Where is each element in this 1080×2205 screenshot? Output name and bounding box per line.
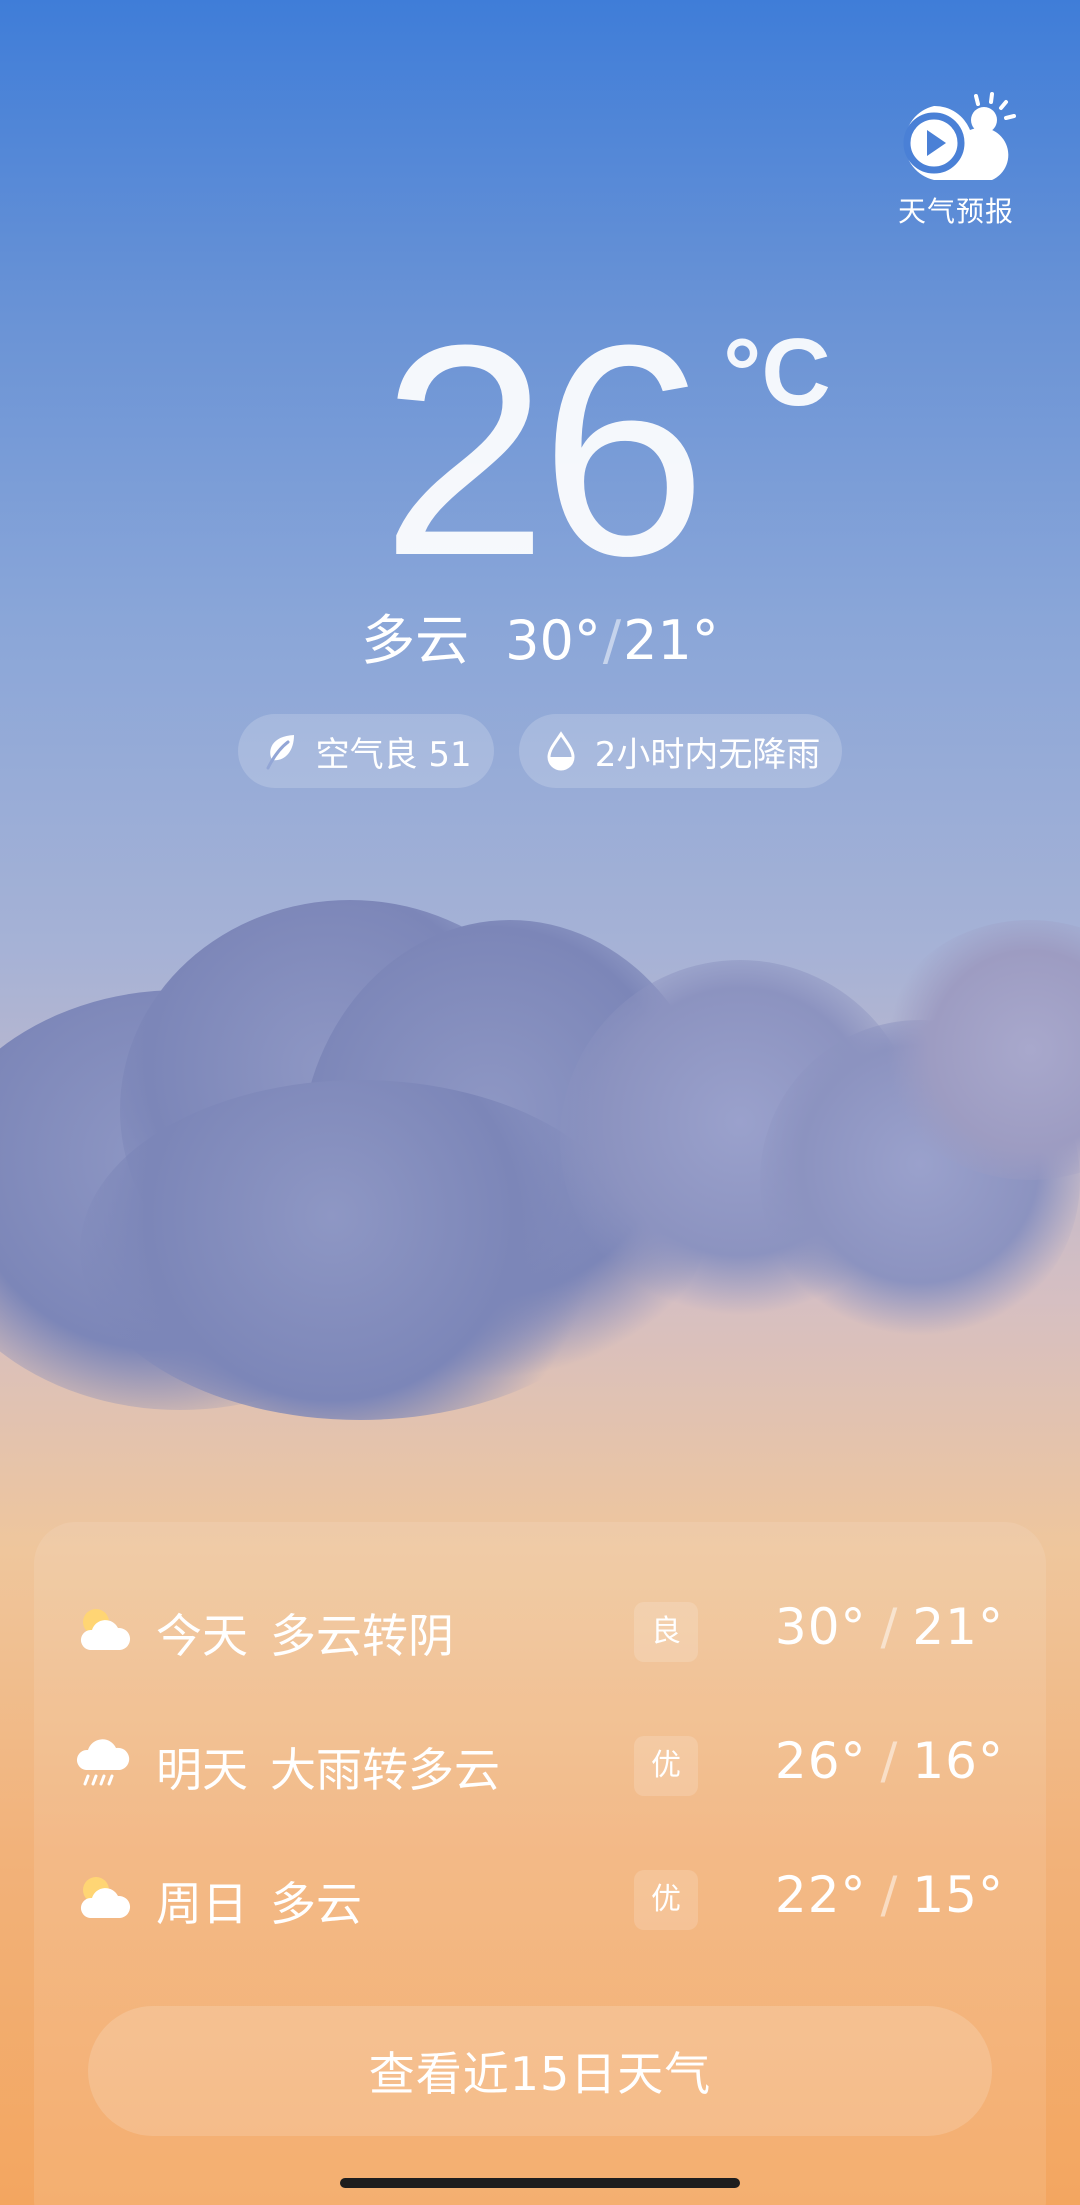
today-high: 30° <box>505 609 601 672</box>
partly-cloudy-icon <box>80 1609 131 1650</box>
air-quality-chip[interactable]: 空气良 51 <box>237 714 494 788</box>
weather-forecast-logo[interactable]: 天气预报 <box>890 90 1022 230</box>
forecast-temp-range: 22°/15° <box>775 1866 1004 1924</box>
forecast-row-tomorrow[interactable]: 明天 大雨转多云 优 26°/16° <box>34 1726 1046 1806</box>
view-15-day-forecast-button[interactable]: 查看近15日天气 <box>88 2006 992 2136</box>
weather-screen: 天气预报 26 °C 多云 30°/21° 空气良 51 2小时内无降雨 今天 … <box>0 0 1080 2205</box>
forecast-day: 周日 <box>156 1877 248 1931</box>
temp-separator: / <box>880 1732 899 1790</box>
rain-forecast-chip[interactable]: 2小时内无降雨 <box>518 714 843 788</box>
water-drop-icon <box>547 731 575 771</box>
forecast-low: 16° <box>912 1732 1004 1790</box>
forecast-condition: 多云转阴 <box>270 1609 454 1663</box>
forecast-row-sunday[interactable]: 周日 多云 优 22°/15° <box>34 1860 1046 1940</box>
info-chips: 空气良 51 2小时内无降雨 <box>0 714 1080 788</box>
current-condition-line: 多云 30°/21° <box>0 596 1080 675</box>
leaf-icon <box>266 735 294 770</box>
aqi-badge: 良 <box>634 1602 698 1662</box>
forecast-condition: 大雨转多云 <box>270 1743 500 1797</box>
aqi-badge: 优 <box>634 1736 698 1796</box>
forecast-high: 26° <box>774 1732 867 1790</box>
temp-separator: / <box>880 1598 899 1656</box>
weather-forecast-video-icon <box>903 92 1016 180</box>
forecast-temp-range: 30°/21° <box>775 1598 1004 1656</box>
temp-separator: / <box>602 609 622 672</box>
temp-separator: / <box>880 1866 899 1924</box>
forecast-low: 15° <box>912 1866 1004 1924</box>
rain-forecast-label: 2小时内无降雨 <box>594 734 821 775</box>
air-quality-label: 空气良 51 <box>315 734 472 775</box>
current-temperature: 26 °C <box>0 300 1080 600</box>
partly-cloudy-icon <box>80 1877 131 1918</box>
aqi-badge: 优 <box>634 1870 698 1930</box>
forecast-high: 30° <box>774 1598 867 1656</box>
home-indicator[interactable] <box>340 2178 740 2188</box>
temperature-unit: °C <box>723 319 831 426</box>
forecast-high: 22° <box>774 1866 867 1924</box>
heavy-rain-icon <box>76 1739 130 1786</box>
today-low: 21° <box>623 609 719 672</box>
forecast-low: 21° <box>912 1598 1004 1656</box>
current-condition: 多云 <box>361 609 470 672</box>
forecast-temp-range: 26°/16° <box>775 1732 1004 1790</box>
forecast-condition: 多云 <box>270 1877 362 1931</box>
forecast-day: 今天 <box>156 1609 248 1663</box>
forecast-card: 今天 多云转阴 良 30°/21° 明天 大雨转多云 优 26°/16° 周日 … <box>34 1522 1046 2205</box>
forecast-day: 明天 <box>156 1743 248 1797</box>
forecast-row-today[interactable]: 今天 多云转阴 良 30°/21° <box>34 1592 1046 1672</box>
weather-forecast-label: 天气预报 <box>897 195 1014 228</box>
temperature-value: 26 <box>381 282 707 618</box>
cloud-background <box>0 860 1080 1480</box>
